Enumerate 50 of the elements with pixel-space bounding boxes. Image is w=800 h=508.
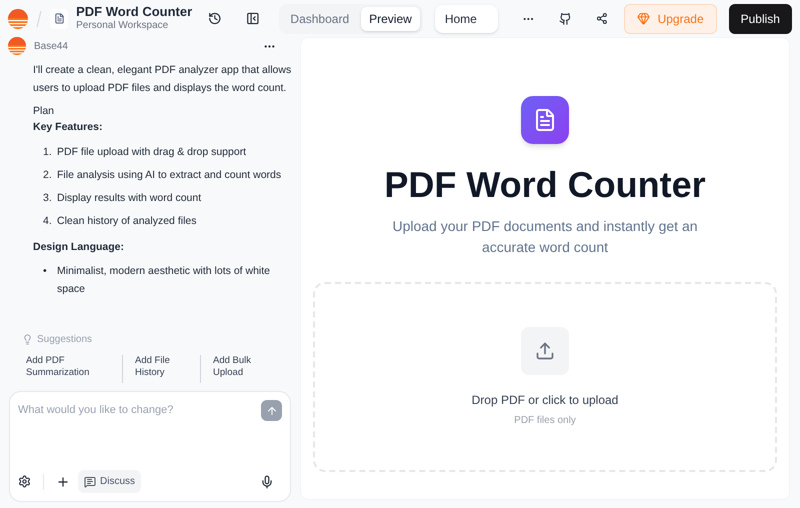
suggestion-chip[interactable]: Add File History bbox=[135, 355, 199, 379]
logo-icon bbox=[8, 8, 28, 30]
feature-text: PDF file upload with drag & drop support bbox=[57, 145, 246, 160]
drop-hint: PDF files only bbox=[514, 414, 576, 428]
project-title: PDF Word Counter bbox=[76, 4, 192, 20]
suggestion-chip[interactable]: Add PDF Summarization bbox=[26, 355, 90, 379]
avatar-icon bbox=[8, 37, 26, 55]
upload-icon bbox=[521, 326, 569, 374]
list-number: 2. bbox=[43, 168, 53, 183]
message-input[interactable]: What would you like to change? bbox=[18, 400, 261, 421]
document-icon bbox=[521, 96, 569, 144]
design-heading: Design Language: bbox=[33, 240, 126, 255]
list-number: 4. bbox=[43, 214, 53, 229]
history-icon[interactable] bbox=[208, 11, 222, 26]
list-number: 3. bbox=[43, 191, 53, 206]
intro-text: I'll create a clean, elegant PDF analyzer app that allows users to upload PDF files and displays the word count. bbox=[33, 63, 292, 96]
feature-text: Display results with word count bbox=[57, 191, 202, 206]
arrow-up-icon bbox=[266, 404, 278, 416]
suggestions-label: Suggestions bbox=[37, 333, 92, 347]
plan-label: Plan bbox=[33, 104, 56, 119]
send-button[interactable] bbox=[261, 400, 282, 421]
workspace-name: Personal Workspace bbox=[76, 20, 170, 33]
settings-icon[interactable] bbox=[18, 475, 31, 488]
feature-text: Clean history of analyzed files bbox=[57, 214, 196, 229]
design-text: Minimalist, modern aesthetic with lots of white space bbox=[57, 264, 271, 297]
publish-button[interactable]: Publish bbox=[728, 4, 792, 34]
discuss-button[interactable]: Discuss bbox=[78, 470, 142, 493]
project-icon bbox=[50, 8, 68, 28]
feature-text: File analysis using AI to extract and count words bbox=[57, 168, 282, 183]
app-title: PDF Word Counter bbox=[384, 163, 706, 207]
route-field[interactable]: Home bbox=[434, 4, 498, 32]
app-subtitle: Upload your PDF documents and instantly get an accurate word count bbox=[391, 217, 699, 257]
gem-icon bbox=[636, 12, 650, 25]
chat-icon bbox=[84, 476, 96, 488]
view-tab[interactable]: Dashboard bbox=[282, 6, 358, 30]
github-icon[interactable] bbox=[559, 12, 572, 26]
author-name: Base44 bbox=[34, 40, 68, 54]
breadcrumb-separator bbox=[36, 10, 42, 28]
microphone-icon[interactable] bbox=[260, 474, 274, 488]
share-icon[interactable] bbox=[596, 12, 608, 25]
view-tab[interactable]: Preview bbox=[361, 6, 420, 30]
add-icon[interactable] bbox=[56, 474, 70, 488]
upload-dropzone[interactable]: Drop PDF or click to upload PDF files only bbox=[313, 282, 777, 472]
features-heading: Key Features: bbox=[33, 120, 104, 135]
list-bullet: • bbox=[43, 264, 48, 279]
list-number: 1. bbox=[43, 145, 53, 160]
sidebar-toggle-icon[interactable] bbox=[246, 11, 260, 26]
drop-label: Drop PDF or click to upload bbox=[472, 392, 618, 408]
lightbulb-icon bbox=[22, 334, 33, 345]
suggestion-chip[interactable]: Add Bulk Upload bbox=[213, 355, 277, 379]
